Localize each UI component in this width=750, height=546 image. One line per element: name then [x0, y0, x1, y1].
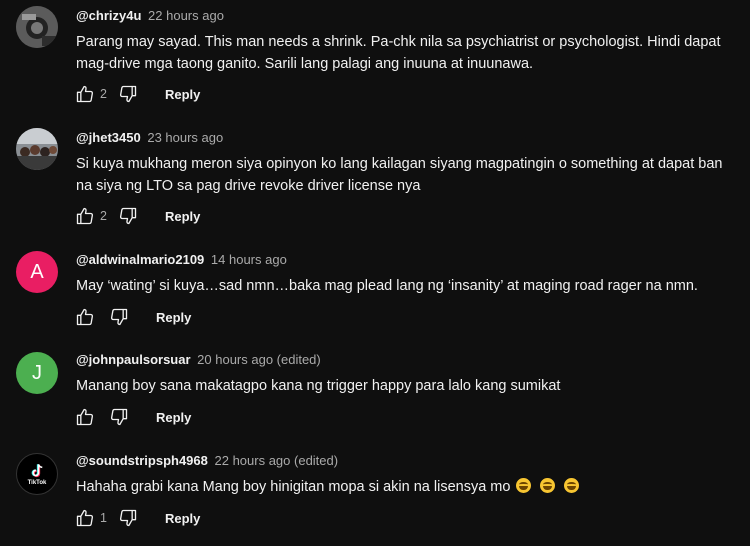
reply-button[interactable]: Reply [165, 209, 200, 224]
grinning-face-icon [540, 478, 556, 493]
comment-author[interactable]: @chrizy4u [76, 8, 141, 23]
comment: A @aldwinalmario2109 14 hours ago May ‘w… [0, 244, 750, 344]
like-button[interactable] [74, 406, 96, 428]
comment-author[interactable]: @johnpaulsorsuar [76, 352, 191, 367]
thumbs-up-icon [76, 408, 94, 426]
comment-text: Hahaha grabi kana Mang boy hinigitan mop… [76, 479, 511, 495]
comment-text: Parang may sayad. This man needs a shrin… [76, 34, 721, 72]
comment-author[interactable]: @aldwinalmario2109 [76, 252, 204, 267]
comment: J @johnpaulsorsuar 20 hours ago (edited)… [0, 345, 750, 445]
comment-text-line: Hahaha grabi kana Mang boy hinigitan mop… [76, 476, 740, 498]
avatar[interactable]: J [16, 352, 58, 394]
avatar-letter: A [30, 260, 44, 283]
avatar[interactable] [16, 128, 58, 170]
dislike-button[interactable] [117, 83, 139, 105]
comment: @jhet3450 23 hours ago Si kuya mukhang m… [0, 122, 750, 242]
dislike-button[interactable] [108, 306, 130, 328]
like-count: 1 [100, 511, 107, 525]
like-count: 2 [100, 209, 107, 223]
comment-author[interactable]: @jhet3450 [76, 130, 141, 145]
avatar[interactable] [16, 6, 58, 48]
comment: TikTok @soundstripsph4968 22 hours ago (… [0, 446, 750, 546]
reply-button[interactable]: Reply [156, 310, 191, 325]
grinning-face-icon [516, 478, 532, 493]
avatar-letter: J [32, 361, 42, 384]
like-button[interactable] [74, 83, 96, 105]
thumbs-down-icon [119, 207, 137, 225]
thumbs-up-icon [76, 509, 94, 527]
comment-text: Manang boy sana makatagpo kana ng trigge… [76, 378, 561, 394]
avatar[interactable]: TikTok [16, 453, 58, 495]
comment: @chrizy4u 22 hours ago Parang may sayad.… [0, 0, 750, 120]
dislike-button[interactable] [117, 507, 139, 529]
thumbs-down-icon [119, 509, 137, 527]
dislike-button[interactable] [117, 205, 139, 227]
comment-timestamp[interactable]: 23 hours ago [147, 130, 223, 145]
thumbs-down-icon [110, 308, 128, 326]
comment-timestamp[interactable]: 20 hours ago (edited) [197, 352, 321, 367]
thumbs-down-icon [110, 408, 128, 426]
thumbs-down-icon [119, 85, 137, 103]
like-button[interactable] [74, 507, 96, 529]
reply-button[interactable]: Reply [156, 410, 191, 425]
thumbs-up-icon [76, 207, 94, 225]
comment-timestamp[interactable]: 14 hours ago [211, 252, 287, 267]
comment-text: Si kuya mukhang meron siya opinyon ko la… [76, 156, 723, 194]
comment-text: May ‘wating’ si kuya…sad nmn…baka mag pl… [76, 278, 698, 294]
avatar-photo-icon [16, 6, 58, 48]
grinning-face-icon [564, 478, 580, 493]
like-button[interactable] [74, 205, 96, 227]
reply-button[interactable]: Reply [165, 87, 200, 102]
thumbs-up-icon [76, 308, 94, 326]
avatar-photo-icon [16, 128, 58, 170]
dislike-button[interactable] [108, 406, 130, 428]
like-count: 2 [100, 87, 107, 101]
thumbs-up-icon [76, 85, 94, 103]
avatar-label: TikTok [27, 479, 47, 486]
reply-button[interactable]: Reply [165, 511, 200, 526]
comment-timestamp[interactable]: 22 hours ago (edited) [215, 453, 339, 468]
avatar[interactable]: A [16, 251, 58, 293]
like-button[interactable] [74, 306, 96, 328]
comment-author[interactable]: @soundstripsph4968 [76, 453, 208, 468]
tiktok-logo-icon [31, 463, 43, 477]
comment-timestamp[interactable]: 22 hours ago [148, 8, 224, 23]
